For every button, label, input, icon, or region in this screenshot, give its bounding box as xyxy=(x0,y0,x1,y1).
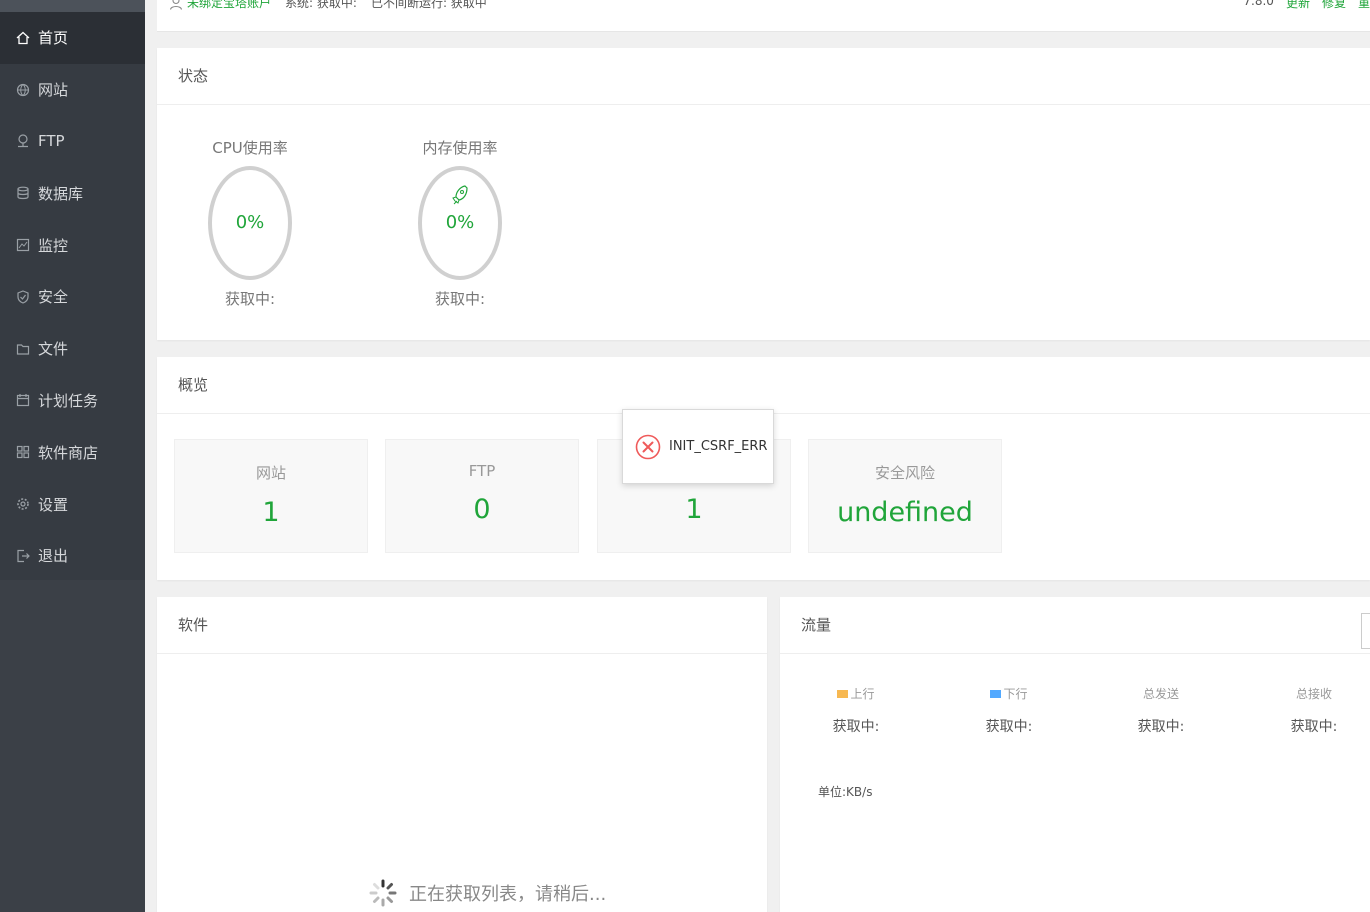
cpu-ring: 0% xyxy=(208,166,292,280)
sidebar-item-security[interactable]: 安全 xyxy=(0,271,145,323)
traffic-unit: 单位:KB/s xyxy=(818,785,873,799)
traffic-title: 流量 xyxy=(780,597,1370,654)
down-legend-swatch xyxy=(990,689,1002,698)
sidebar-item-settings[interactable]: 设置 xyxy=(0,478,145,530)
bind-account-link[interactable]: 未绑定宝塔账户 xyxy=(187,0,271,11)
memory-label: 内存使用率 xyxy=(422,139,498,157)
shield-icon xyxy=(16,290,30,304)
monitor-icon xyxy=(16,238,30,252)
sidebar-item-label: 网站 xyxy=(38,81,69,100)
sidebar-item-label: 软件商店 xyxy=(38,443,99,462)
user-icon xyxy=(169,0,183,10)
sidebar-item-cron[interactable]: 计划任务 xyxy=(0,375,145,427)
logout-icon xyxy=(16,549,30,563)
sidebar-item-label: 计划任务 xyxy=(38,391,99,410)
memory-gauge[interactable]: 内存使用率 0% 获取中: xyxy=(395,137,525,309)
overview-card-security-risk[interactable]: 安全风险 undefined xyxy=(808,439,1002,553)
overview-card-ftp[interactable]: FTP 0 xyxy=(385,439,579,553)
card-label: 安全风险 xyxy=(874,464,935,482)
up-legend-swatch xyxy=(837,689,849,698)
card-value: 1 xyxy=(685,494,703,525)
status-title: 状态 xyxy=(157,48,1370,105)
folder-icon xyxy=(16,342,30,356)
toast-message: INIT_CSRF_ERR xyxy=(669,439,768,454)
loading-spinner-icon xyxy=(369,879,397,907)
repair-link[interactable]: 修复 xyxy=(1322,0,1346,11)
top-status-bar: 未绑定宝塔账户 系统: 获取中: 已不间断运行: 获取中 7.8.0 更新 修复… xyxy=(157,0,1370,32)
gear-icon xyxy=(16,497,30,511)
software-title: 软件 xyxy=(157,597,767,654)
overview-card-website[interactable]: 网站 1 xyxy=(174,439,368,553)
sidebar: 首页 网站 FTP 数据库 监控 安全 文件 计划任务 软件商店 设置 退出 xyxy=(0,0,145,912)
memory-detail: 获取中: xyxy=(434,290,486,308)
card-label: FTP xyxy=(468,462,496,480)
card-value: 1 xyxy=(262,497,280,528)
sent-label: 总发送 xyxy=(1142,687,1179,701)
down-value: 获取中: xyxy=(985,719,1033,735)
sidebar-item-label: 设置 xyxy=(38,495,69,514)
sidebar-item-label: 退出 xyxy=(38,547,69,566)
home-icon xyxy=(16,31,30,45)
sidebar-item-files[interactable]: 文件 xyxy=(0,323,145,375)
up-label: 上行 xyxy=(850,687,875,701)
database-icon xyxy=(16,186,30,200)
error-toast: INIT_CSRF_ERR xyxy=(622,409,774,484)
traffic-panel: 流量 上行 获取中: 下行 获取中: 总发送 获取中: 总接收 获取中: 单位:… xyxy=(780,597,1370,912)
sidebar-item-monitor[interactable]: 监控 xyxy=(0,219,145,271)
memory-ring: 0% xyxy=(418,166,502,280)
globe-icon xyxy=(16,83,30,97)
sidebar-header xyxy=(0,0,145,12)
down-label: 下行 xyxy=(1003,687,1028,701)
recv-value: 获取中: xyxy=(1290,719,1338,735)
traffic-sent: 总发送 获取中: xyxy=(1101,685,1221,736)
sent-value: 获取中: xyxy=(1137,719,1185,735)
sidebar-item-label: 文件 xyxy=(38,340,69,359)
system-value: 获取中: xyxy=(316,0,357,10)
sidebar-item-label: 监控 xyxy=(38,236,69,255)
up-value: 获取中: xyxy=(832,719,880,735)
calendar-icon xyxy=(16,393,30,407)
status-panel: 状态 CPU使用率 0% 获取中: 内存使用率 0% 获取中: xyxy=(157,48,1370,340)
software-panel: 软件 正在获取列表，请稍后... xyxy=(157,597,767,912)
traffic-interface-select[interactable] xyxy=(1361,613,1370,649)
recv-label: 总接收 xyxy=(1295,687,1332,701)
software-loading: 正在获取列表，请稍后... xyxy=(369,879,606,907)
cpu-detail: 获取中: xyxy=(224,290,276,308)
uptime-text: 已不间断运行: 获取中 xyxy=(370,0,487,10)
cpu-label: CPU使用率 xyxy=(212,139,288,157)
sidebar-item-ftp[interactable]: FTP xyxy=(0,116,145,168)
error-icon xyxy=(635,434,661,459)
sidebar-item-database[interactable]: 数据库 xyxy=(0,167,145,219)
card-value: undefined xyxy=(837,497,973,528)
sidebar-item-label: 数据库 xyxy=(38,184,84,203)
sidebar-item-store[interactable]: 软件商店 xyxy=(0,426,145,478)
sidebar-nav: 首页 网站 FTP 数据库 监控 安全 文件 计划任务 软件商店 设置 退出 xyxy=(0,12,145,582)
rocket-icon[interactable] xyxy=(422,184,498,210)
system-label: 系统: xyxy=(285,0,314,10)
cpu-percent: 0% xyxy=(235,212,265,233)
memory-percent: 0% xyxy=(445,212,475,233)
version-text: 7.8.0 xyxy=(1243,0,1274,8)
sidebar-item-label: 安全 xyxy=(38,288,69,307)
sidebar-item-label: 首页 xyxy=(38,29,69,48)
loading-text: 正在获取列表，请稍后... xyxy=(409,884,607,905)
restart-link[interactable]: 重 xyxy=(1358,0,1370,11)
traffic-recv: 总接收 获取中: xyxy=(1254,685,1370,736)
card-value: 0 xyxy=(473,494,491,525)
cpu-gauge[interactable]: CPU使用率 0% 获取中: xyxy=(185,137,315,309)
traffic-up: 上行 获取中: xyxy=(796,685,916,736)
update-link[interactable]: 更新 xyxy=(1286,0,1310,11)
sidebar-item-label: FTP xyxy=(38,132,65,151)
sidebar-item-logout[interactable]: 退出 xyxy=(0,530,145,582)
sidebar-item-website[interactable]: 网站 xyxy=(0,64,145,116)
traffic-down: 下行 获取中: xyxy=(949,685,1069,736)
card-label: 网站 xyxy=(255,464,286,482)
overview-title: 概览 xyxy=(157,357,1370,414)
ftp-icon xyxy=(16,134,30,148)
grid-icon xyxy=(16,445,30,459)
sidebar-item-home[interactable]: 首页 xyxy=(0,12,145,64)
